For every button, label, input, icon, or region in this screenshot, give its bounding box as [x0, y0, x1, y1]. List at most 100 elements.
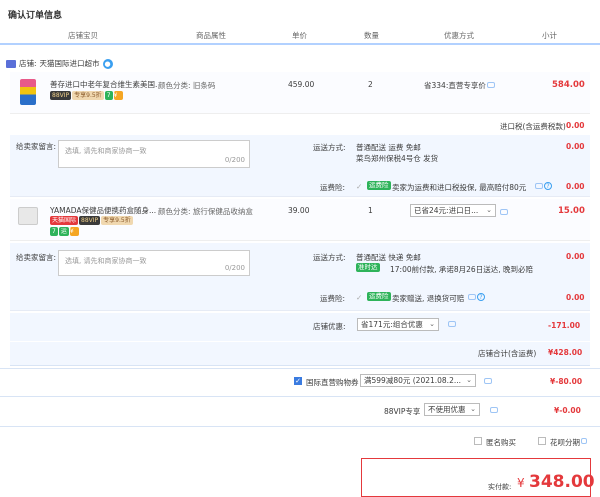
huabei-label: 花呗分期 [550, 438, 580, 447]
item-2-qty: 1 [368, 206, 373, 215]
shipping-method-1: 普通配送 运费 免邮 [356, 143, 421, 152]
insurance-label-2: 运费险: [320, 294, 346, 303]
vip-info-icon[interactable] [490, 407, 498, 413]
store-discount-select[interactable]: 省171元:组合优惠 ⌄ [357, 318, 439, 331]
seller-message-input-2[interactable]: 选填, 请先和商家协商一致 0/200 [58, 250, 250, 276]
col-header-attr: 商品属性 [196, 31, 226, 40]
coupon-value: ¥-80.00 [550, 377, 583, 386]
anonymous-purchase-checkbox[interactable] [474, 437, 482, 445]
chevron-down-icon: ⌄ [429, 320, 435, 328]
store-discount-option: 省171元:组合优惠 [361, 320, 423, 329]
item-2-tags-row-1: 天猫国际 88VIP 专享9.5折 [50, 215, 134, 225]
coupon-option: 满599减80元 (2021.08.2... [364, 376, 461, 385]
coupon-info-icon[interactable] [484, 378, 492, 384]
coupon-top-divider [0, 368, 600, 369]
insurance-fee-1: 0.00 [566, 182, 585, 191]
wangwang-chat-icon[interactable]: ● [102, 58, 113, 69]
pay-label: 实付款: [488, 483, 512, 491]
tax-value: 0.00 [566, 121, 585, 130]
seller-message-input-1[interactable]: 选填, 请先和商家协商一致 0/200 [58, 140, 250, 168]
item-2-discount-value: 已省24元:进口日... [414, 206, 479, 215]
insurance-check-icon-1: ✓ [356, 182, 363, 191]
insurance-check-icon-2: ✓ [356, 293, 363, 302]
huabei-checkbox[interactable] [538, 437, 546, 445]
item-1-tags: 88VIP 专享9.5折 7 ¥ [50, 90, 124, 100]
anonymous-purchase-label: 匿名购买 [486, 438, 516, 447]
col-header-store-item: 店铺宝贝 [68, 31, 98, 40]
vip-option: 不使用优惠 [428, 405, 466, 414]
insurance-chat-icon-2[interactable] [468, 294, 476, 300]
shipping-warehouse-1: 菜鸟郑州保税4号仓 发货 [356, 154, 439, 163]
tag-7day-return: 7 [104, 90, 113, 100]
pay-amount: 348.00 [529, 472, 595, 492]
chevron-down-icon: ⌄ [486, 206, 492, 214]
col-header-price: 单价 [292, 31, 307, 40]
shipping-method-2: 普通配送 快递 免邮 [356, 253, 421, 262]
tag-freight-2: 运 [58, 226, 69, 236]
store-discount-label: 店铺优惠: [313, 322, 346, 331]
discount-info-icon-2[interactable] [500, 209, 508, 215]
store-name[interactable]: 天猫国际进口超市 [40, 58, 100, 69]
tag-credit-card: ¥ [113, 90, 123, 100]
shipping-label-2: 运送方式: [313, 253, 346, 262]
tax-label: 进口税(含运费税款) [500, 122, 566, 131]
tag-88vip: 88VIP [50, 90, 72, 100]
item-1-attr: 颜色分类: 旧条码 [158, 81, 216, 90]
col-header-discount: 优惠方式 [444, 31, 474, 40]
tag-vip-discount: 专享9.5折 [72, 90, 104, 100]
shipping-fee-2: 0.00 [566, 252, 585, 261]
coupon-select[interactable]: 满599减80元 (2021.08.2... ⌄ [360, 374, 476, 387]
seller-message-placeholder-2: 选填, 请先和商家协商一致 [65, 257, 147, 265]
insurance-chat-icon-1[interactable] [535, 183, 543, 189]
page-title: 确认订单信息 [8, 11, 63, 21]
insurance-help-icon-1[interactable]: ? [544, 182, 552, 190]
store-discount-value: -171.00 [548, 321, 581, 330]
item-2-attr: 颜色分类: 旅行保健品收纳盒 [158, 207, 253, 216]
store-label: 店铺: [19, 59, 37, 68]
item-2-price: 39.00 [288, 206, 310, 215]
tag-7day-return-2: 7 [50, 226, 58, 236]
chevron-down-icon: ⌄ [466, 376, 472, 384]
store-row: 店铺: 天猫国际进口超市 ● [6, 58, 113, 69]
seller-message-label-1: 给卖家留言: [16, 142, 57, 151]
col-header-qty: 数量 [364, 31, 379, 40]
item-1-name[interactable]: 善存进口中老年复合维生素美国... [50, 79, 158, 90]
options-top-divider [0, 426, 600, 427]
insurance-text-2: 卖家赠送, 退换货可赔 [392, 294, 465, 303]
item-2-subtotal: 15.00 [558, 206, 585, 216]
item-1-qty: 2 [368, 80, 373, 89]
discount-info-icon[interactable] [487, 82, 495, 88]
tag-88vip-2: 88VIP [79, 215, 101, 225]
shipping-promise-2: 17:00前付款, 承诺8月26日送达, 晚到必赔 [390, 265, 533, 274]
insurance-help-icon-2[interactable]: ? [477, 293, 485, 301]
item-2-thumbnail[interactable] [18, 207, 38, 225]
coupon-checkbox[interactable]: ✓ [294, 377, 302, 385]
huabei-info-icon[interactable] [581, 438, 587, 444]
store-discount-panel [10, 313, 590, 341]
tag-vip-discount-2: 专享9.5折 [101, 215, 133, 225]
on-time-badge: 准时达 [356, 263, 380, 272]
seller-message-counter-2: 0/200 [224, 264, 245, 272]
insurance-fee-2: 0.00 [566, 293, 585, 302]
shipping-label-1: 运送方式: [313, 143, 346, 152]
store-discount-info-icon[interactable] [448, 321, 456, 327]
item-2-discount-select[interactable]: 已省24元:进口日... ⌄ [410, 204, 496, 217]
tag-credit-card-2: ¥ [69, 226, 79, 236]
vip-value: ¥-0.00 [554, 406, 581, 415]
col-header-subtotal: 小计 [542, 31, 557, 40]
item-1-discount: 省334:直营专享价 [424, 81, 486, 90]
pay-currency: ¥ [517, 476, 525, 490]
store-total-value: ¥428.00 [548, 348, 583, 357]
store-icon [6, 59, 16, 68]
seller-message-counter-1: 0/200 [224, 156, 245, 164]
vip-select[interactable]: 不使用优惠 ⌄ [424, 403, 480, 416]
insurance-badge-2: 运费险 [367, 292, 391, 301]
tag-tmall-global: 天猫国际 [50, 215, 79, 225]
insurance-badge-1: 运费险 [367, 181, 391, 190]
item-1-thumbnail[interactable] [20, 79, 36, 105]
store-total-label: 店铺合计(含运费) [478, 349, 537, 358]
item-1-price: 459.00 [288, 80, 315, 89]
item-2-tags-row-2: 7 运 ¥ [50, 226, 80, 236]
vip-label: 88VIP专享 [384, 407, 421, 416]
item-1-subtotal: 584.00 [552, 80, 585, 90]
